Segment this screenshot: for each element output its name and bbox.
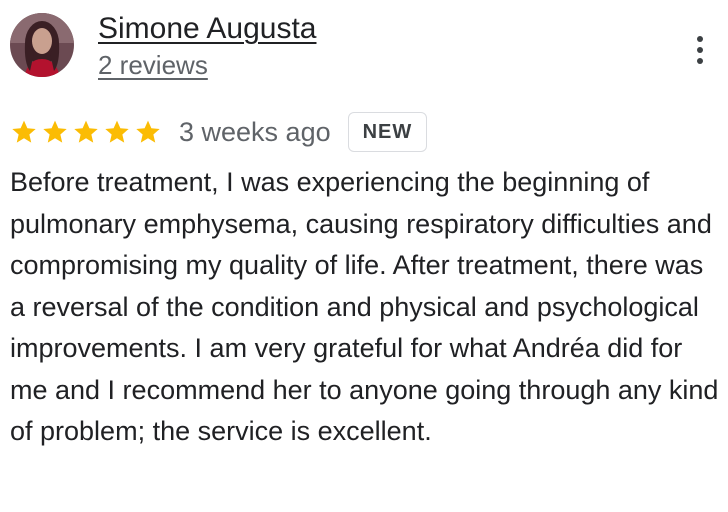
star-icon [105,120,129,143]
review-text: Before treatment, I was experiencing the… [10,167,719,446]
avatar[interactable] [10,13,74,77]
star-icon [74,120,98,143]
author-reviews-count-link[interactable]: 2 reviews [98,48,208,82]
more-options-button[interactable] [684,30,716,70]
author-name-link[interactable]: Simone Augusta [98,10,316,48]
star-icon [12,120,36,143]
review-time: 3 weeks ago [179,116,331,147]
star-icon [43,120,67,143]
new-badge: NEW [347,112,428,152]
review-meta: 3 weeks ago NEW [10,112,428,152]
star-icon [136,120,160,143]
avatar-photo [10,13,74,77]
star-rating [10,118,165,146]
